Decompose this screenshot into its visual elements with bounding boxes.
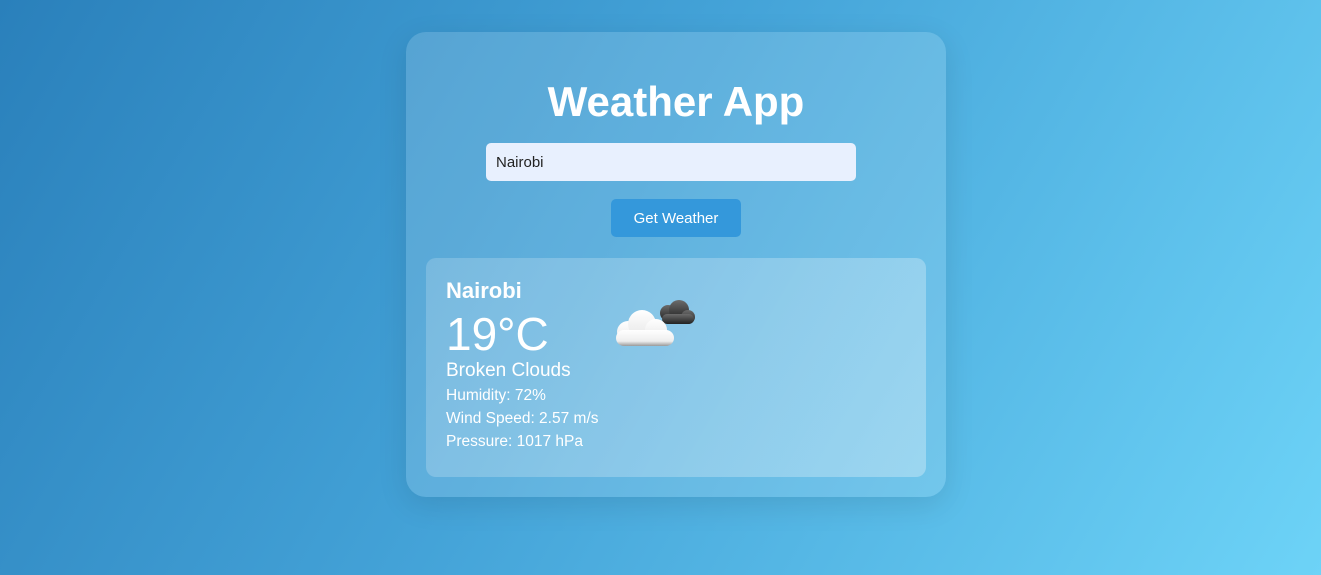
- result-description: Broken Clouds: [446, 360, 571, 381]
- result-wind-speed: Wind Speed: 2.57 m/s: [446, 410, 599, 427]
- result-temperature: 19°C: [446, 308, 549, 360]
- weather-card: Weather App Get Weather Nairobi 19°C Bro…: [406, 32, 946, 497]
- result-pressure: Pressure: 1017 hPa: [446, 433, 584, 450]
- get-weather-button[interactable]: Get Weather: [611, 199, 741, 237]
- weather-result-panel: Nairobi 19°C Broken Clouds Humidity: 72%…: [426, 258, 926, 477]
- result-city-name: Nairobi: [446, 278, 522, 303]
- city-search-input[interactable]: [486, 143, 856, 181]
- app-title: Weather App: [547, 78, 805, 125]
- result-humidity: Humidity: 72%: [446, 387, 546, 404]
- broken-clouds-icon: [610, 292, 700, 352]
